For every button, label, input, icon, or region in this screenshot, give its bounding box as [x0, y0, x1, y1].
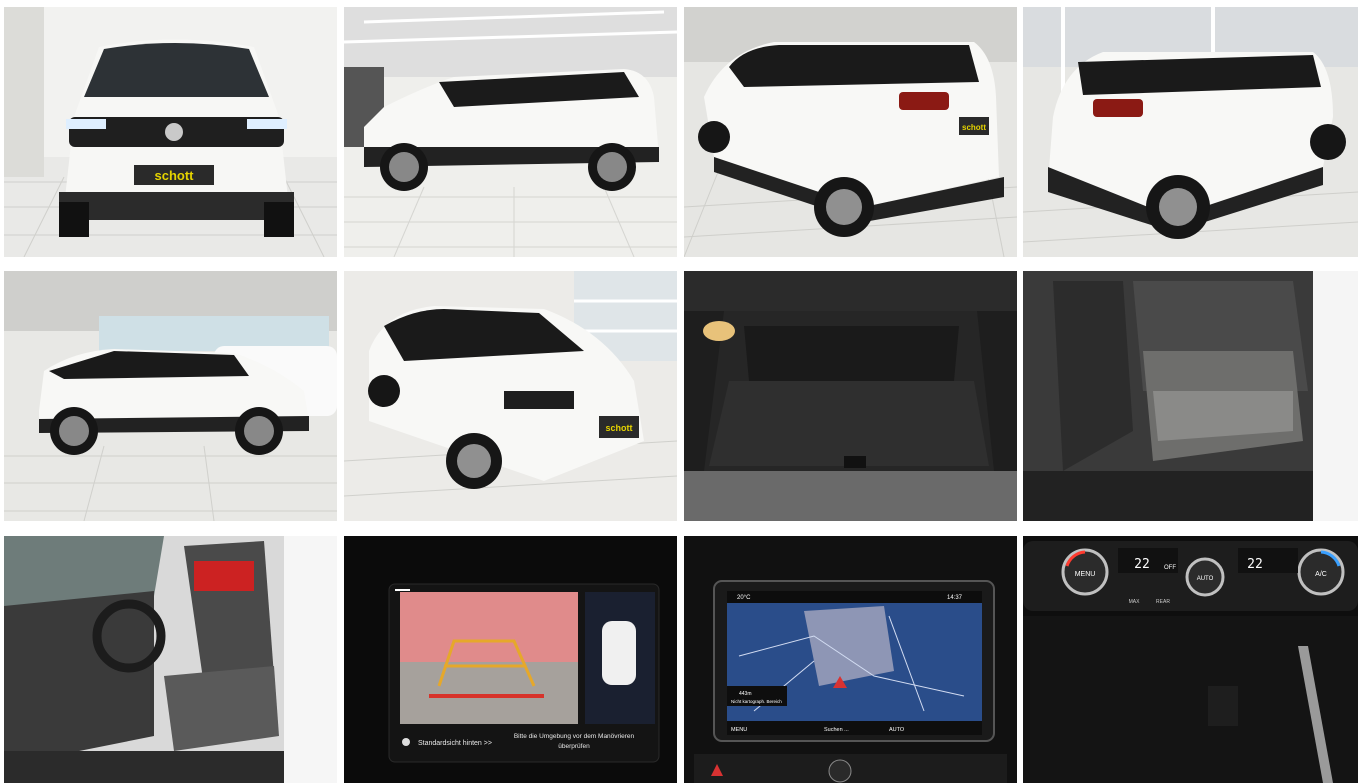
nav-time: 14:37 — [947, 595, 963, 601]
photo-climate-controls[interactable]: MENU 22 OFF AUTO 22 A/C MAX REAR — [1023, 536, 1358, 783]
photo-rear-three-quarter-left[interactable]: schott — [684, 7, 1017, 257]
climate-max-label[interactable]: MAX — [1129, 599, 1141, 605]
trunk-interior-image — [684, 271, 1017, 521]
climate-rear-label[interactable]: REAR — [1156, 599, 1170, 605]
photo-front-three-quarter[interactable]: schott — [344, 271, 677, 521]
photo-navigation-display[interactable]: 20°C 14:37 443m Nicht kartograph. Bereic… — [684, 536, 1017, 783]
photo-rear-camera-display[interactable]: Standardsicht hinten >> Bitte die Umgebu… — [344, 536, 677, 783]
driver-seat-image — [4, 536, 337, 783]
rear-seats-image — [1023, 271, 1358, 521]
nav-distance: 443m — [739, 691, 752, 697]
climate-controls-image: MENU 22 OFF AUTO 22 A/C MAX REAR — [1023, 536, 1358, 783]
nav-auto-button[interactable]: AUTO — [889, 727, 905, 733]
navigation-display-image: 20°C 14:37 443m Nicht kartograph. Bereic… — [684, 536, 1017, 783]
photo-trunk-interior[interactable] — [684, 271, 1017, 521]
rear-three-quarter-right-image — [1023, 7, 1358, 257]
front-view-image: schott — [4, 7, 337, 257]
photo-side-view-left[interactable] — [4, 271, 337, 521]
photo-side-view-right[interactable] — [344, 7, 677, 257]
nav-menu-button[interactable]: MENU — [731, 727, 747, 733]
rear-three-quarter-left-image: schott — [684, 7, 1017, 257]
nav-search-button[interactable]: Suchen ... — [824, 727, 849, 733]
side-view-right-image — [344, 7, 677, 257]
climate-ac-button[interactable]: A/C — [1315, 571, 1327, 578]
rear-camera-display-image: Standardsicht hinten >> Bitte die Umgebu… — [344, 536, 677, 783]
nav-area-label: Nicht kartograph. Bereich — [731, 699, 782, 704]
climate-auto-button[interactable]: AUTO — [1197, 576, 1214, 582]
climate-left-temp: 22 — [1134, 557, 1150, 572]
photo-rear-seats[interactable] — [1023, 271, 1358, 521]
climate-right-temp: 22 — [1247, 557, 1263, 572]
camera-view-label[interactable]: Standardsicht hinten >> — [418, 740, 492, 747]
dealer-plate-rear: schott — [962, 123, 986, 132]
camera-warning-line1: Bitte die Umgebung vor dem Manövrieren — [514, 733, 635, 740]
nav-temperature: 20°C — [737, 595, 751, 601]
camera-warning-line2: überprüfen — [558, 743, 590, 750]
photo-front-view[interactable]: schott — [4, 7, 337, 257]
photo-rear-three-quarter-right[interactable] — [1023, 7, 1358, 257]
dealer-plate: schott — [155, 168, 195, 183]
photo-driver-seat[interactable] — [4, 536, 337, 783]
photo-gallery: schott schott schott Standardsicht hinte… — [0, 0, 1365, 783]
climate-off-label: OFF — [1164, 565, 1176, 571]
front-three-quarter-image: schott — [344, 271, 677, 521]
dealer-plate-front: schott — [606, 423, 633, 433]
climate-menu-button[interactable]: MENU — [1075, 571, 1096, 578]
side-view-left-image — [4, 271, 337, 521]
